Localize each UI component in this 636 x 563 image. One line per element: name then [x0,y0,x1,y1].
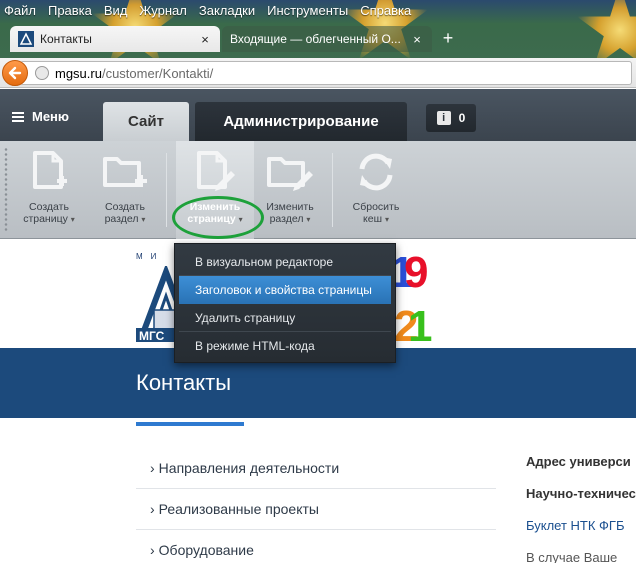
tab-title: Контакты [40,32,92,46]
chevron-right-icon: › [150,501,155,517]
menu-label: Меню [32,109,70,124]
tool-label: Сбросить кеш ▾ [352,201,400,225]
mgsu-favicon-icon [18,31,34,47]
nav-link-equipment[interactable]: › Оборудование [136,530,496,563]
notifications-button[interactable]: i 0 [426,104,476,132]
menu-bar: Файл Правка Вид Журнал Закладки Инструме… [0,0,423,20]
tab-site[interactable]: Сайт [103,102,189,141]
highlight-ellipse [172,196,264,239]
notifications-count: 0 [458,111,466,125]
tool-label: Создать страницу ▾ [23,201,75,225]
nav-link-directions[interactable]: › Направления деятельности [136,448,496,489]
contact-info: Адрес универси Научно-техничес Буклет НТ… [526,445,636,563]
page-edit-icon [197,151,235,191]
folder-plus-icon [103,157,147,187]
research-center-heading: Научно-техничес [526,485,636,501]
browser-tab-contacts[interactable]: Контакты × [10,26,220,52]
menu-button[interactable]: Меню [12,109,69,124]
edit-section-button[interactable]: Изменить раздел ▾ [254,141,326,239]
nav-link-projects[interactable]: › Реализованные проекты [136,489,496,530]
dropdown-item-delete-page[interactable]: Удалить страницу [179,304,391,332]
navigation-bar: mgsu.ru /customer/Kontakti/ [0,58,636,88]
menu-edit[interactable]: Правка [48,3,92,18]
chevron-down-icon: ▾ [306,215,311,224]
url-domain: mgsu.ru [55,65,102,81]
site-identity-icon[interactable] [35,66,49,80]
chevron-down-icon: ▾ [70,215,75,224]
page-plus-icon [33,151,67,189]
section-nav: › Направления деятельности › Реализованн… [136,448,496,563]
chevron-right-icon: › [150,542,155,558]
folder-edit-icon [267,157,313,191]
info-paragraph: В случае Ваше [526,549,618,563]
dropdown-item-html-mode[interactable]: В режиме HTML-кода [179,332,391,360]
svg-text:1: 1 [408,302,432,345]
dropdown-item-title-properties[interactable]: Заголовок и свойства страницы [179,276,391,304]
chevron-down-icon: ▾ [141,215,146,224]
booklet-link[interactable]: Буклет НТК ФГБ [526,509,636,541]
tab-title: Входящие — облегченный О... [230,32,401,46]
menu-bookmarks[interactable]: Закладки [199,3,255,18]
svg-text:МГС: МГС [139,329,165,342]
chevron-right-icon: › [150,460,155,476]
admin-toolbar: Создать страницу ▾ Создать раздел ▾ Изме… [0,141,636,239]
address-heading: Адрес универси [526,453,631,469]
create-section-button[interactable]: Создать раздел ▾ [88,141,162,239]
browser-chrome: Файл Правка Вид Журнал Закладки Инструме… [0,0,636,60]
back-button[interactable] [2,60,28,86]
tab-close-icon[interactable]: × [198,32,212,47]
tool-label: Создать раздел ▾ [104,201,146,225]
tool-label: Изменить раздел ▾ [266,201,314,225]
chevron-down-icon: ▾ [384,215,389,224]
menu-tools[interactable]: Инструменты [267,3,348,18]
info-icon: i [436,111,451,125]
toolbar-separator [332,153,333,227]
menu-view[interactable]: Вид [104,3,128,18]
edit-page-dropdown: В визуальном редакторе Заголовок и свойс… [174,243,396,363]
reset-cache-button[interactable]: Сбросить кеш ▾ [340,141,412,239]
back-arrow-icon [8,66,22,80]
page-title: Контакты [136,370,232,395]
dropdown-item-visual-editor[interactable]: В визуальном редакторе [179,248,391,276]
tab-close-icon[interactable]: × [410,32,424,47]
browser-tab-inbox[interactable]: Входящие — облегченный О... × [222,26,432,52]
new-tab-button[interactable]: + [436,26,460,52]
toolbar-grip [4,147,8,233]
menu-file[interactable]: Файл [4,3,36,18]
toolbar-separator [166,153,167,227]
anniversary-digits: 1 9 2 1 [390,248,432,345]
create-page-button[interactable]: Создать страницу ▾ [14,141,84,239]
url-path: /customer/Kontakti/ [101,65,214,81]
tab-administration[interactable]: Администрирование [195,102,407,141]
title-underline [136,422,244,426]
svg-text:9: 9 [404,248,428,297]
admin-panel-header: Меню Сайт Администрирование i 0 [0,89,636,141]
hamburger-icon [12,111,24,122]
refresh-icon [359,153,393,191]
menu-history[interactable]: Журнал [139,3,186,18]
url-bar[interactable]: mgsu.ru /customer/Kontakti/ [20,61,632,85]
menu-help[interactable]: Справка [360,3,411,18]
tab-strip: Контакты × Входящие — облегченный О... ×… [0,24,636,52]
